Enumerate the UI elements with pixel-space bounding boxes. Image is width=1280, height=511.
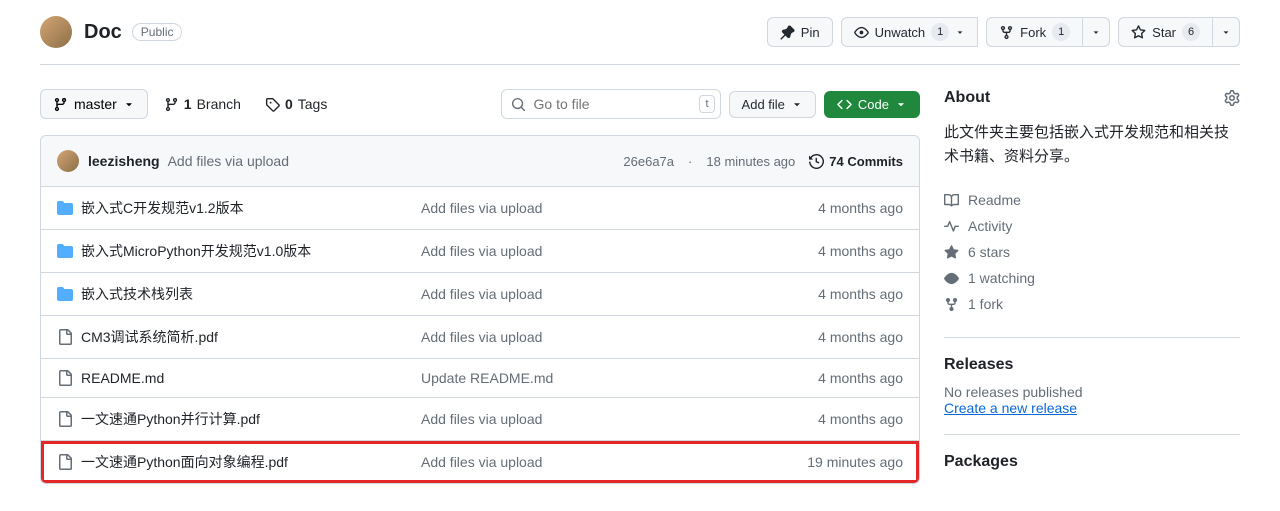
latest-commit-header: leezisheng Add files via upload 26e6a7a …	[41, 136, 919, 187]
commits-link[interactable]: 74 Commits	[809, 154, 903, 169]
folder-icon	[57, 243, 81, 259]
file-icon	[57, 329, 81, 345]
commit-author-avatar[interactable]	[57, 150, 79, 172]
star-button[interactable]: Star 6	[1118, 17, 1213, 47]
create-release-link[interactable]: Create a new release	[944, 400, 1240, 416]
code-button[interactable]: Code	[824, 91, 920, 118]
owner-avatar[interactable]	[40, 16, 72, 48]
folder-icon	[57, 286, 81, 302]
file-date: 19 minutes ago	[807, 454, 903, 470]
fork-count: 1	[1052, 23, 1070, 41]
file-commit-message[interactable]: Add files via upload	[421, 200, 818, 216]
file-search-input[interactable]	[501, 89, 721, 119]
file-list: leezisheng Add files via upload 26e6a7a …	[40, 135, 920, 484]
file-row: README.mdUpdate README.md4 months ago	[41, 359, 919, 398]
file-commit-message[interactable]: Add files via upload	[421, 286, 818, 302]
file-row: 一文速通Python面向对象编程.pdfAdd files via upload…	[41, 441, 919, 483]
history-icon	[809, 154, 824, 169]
file-name[interactable]: README.md	[81, 370, 421, 386]
file-commit-message[interactable]: Add files via upload	[421, 243, 818, 259]
file-date: 4 months ago	[818, 370, 903, 386]
file-date: 4 months ago	[818, 243, 903, 259]
gear-icon	[1224, 90, 1240, 106]
fork-menu-button[interactable]	[1083, 17, 1110, 47]
watch-button[interactable]: Unwatch 1	[841, 17, 979, 47]
caret-down-icon	[791, 98, 803, 110]
branches-link[interactable]: 1 Branch	[156, 96, 249, 112]
file-row: 嵌入式C开发规范v1.2版本Add files via upload4 mont…	[41, 187, 919, 230]
star-icon	[944, 245, 959, 260]
activity-link[interactable]: Activity	[944, 213, 1240, 239]
caret-down-icon	[1221, 27, 1231, 37]
caret-down-icon	[955, 27, 965, 37]
star-count: 6	[1182, 23, 1200, 41]
file-icon	[57, 411, 81, 427]
branch-icon	[53, 97, 68, 112]
branch-icon	[164, 97, 179, 112]
file-name[interactable]: 嵌入式MicroPython开发规范v1.0版本	[81, 241, 421, 261]
watch-count: 1	[931, 23, 949, 41]
file-row: 嵌入式技术栈列表Add files via upload4 months ago	[41, 273, 919, 316]
commit-author[interactable]: leezisheng	[88, 153, 160, 169]
commit-sha[interactable]: 26e6a7a	[623, 154, 674, 169]
file-name[interactable]: 嵌入式技术栈列表	[81, 284, 421, 304]
folder-icon	[57, 200, 81, 216]
caret-down-icon	[123, 98, 135, 110]
star-menu-button[interactable]	[1213, 17, 1240, 47]
star-icon	[1131, 25, 1146, 40]
file-row: 嵌入式MicroPython开发规范v1.0版本Add files via up…	[41, 230, 919, 273]
search-icon	[511, 97, 526, 112]
eye-icon	[944, 271, 959, 286]
eye-icon	[854, 25, 869, 40]
file-commit-message[interactable]: Add files via upload	[421, 411, 818, 427]
file-date: 4 months ago	[818, 286, 903, 302]
file-name[interactable]: 嵌入式C开发规范v1.2版本	[81, 198, 421, 218]
file-commit-message[interactable]: Add files via upload	[421, 329, 818, 345]
settings-button[interactable]	[1224, 90, 1240, 106]
file-name[interactable]: 一文速通Python面向对象编程.pdf	[81, 452, 421, 472]
fork-icon	[999, 25, 1014, 40]
releases-heading[interactable]: Releases	[944, 356, 1240, 374]
file-date: 4 months ago	[818, 329, 903, 345]
pin-button[interactable]: Pin	[767, 17, 833, 47]
file-name[interactable]: 一文速通Python并行计算.pdf	[81, 409, 421, 429]
file-row: CM3调试系统简析.pdfAdd files via upload4 month…	[41, 316, 919, 359]
tags-link[interactable]: 0 Tags	[257, 96, 335, 112]
add-file-button[interactable]: Add file	[729, 91, 816, 118]
code-icon	[837, 97, 852, 112]
watching-link[interactable]: 1 watching	[944, 265, 1240, 291]
file-date: 4 months ago	[818, 200, 903, 216]
fork-icon	[944, 297, 959, 312]
commit-message[interactable]: Add files via upload	[168, 153, 289, 169]
caret-down-icon	[1091, 27, 1101, 37]
branch-selector[interactable]: master	[40, 89, 148, 119]
search-kbd: t	[699, 95, 714, 113]
about-heading: About	[944, 89, 990, 107]
file-icon	[57, 370, 81, 386]
pulse-icon	[944, 219, 959, 234]
repo-name[interactable]: Doc	[84, 21, 122, 44]
repo-header: Doc Public Pin Unwatch 1 Fork 1	[40, 0, 1240, 65]
file-commit-message[interactable]: Add files via upload	[421, 454, 807, 470]
file-row: 一文速通Python并行计算.pdfAdd files via upload4 …	[41, 398, 919, 441]
readme-link[interactable]: Readme	[944, 187, 1240, 213]
forks-link[interactable]: 1 fork	[944, 291, 1240, 317]
fork-button[interactable]: Fork 1	[986, 17, 1083, 47]
packages-heading[interactable]: Packages	[944, 453, 1240, 471]
file-name[interactable]: CM3调试系统简析.pdf	[81, 327, 421, 347]
no-releases-text: No releases published	[944, 384, 1240, 400]
file-toolbar: master 1 Branch 0 Tags	[40, 89, 920, 119]
caret-down-icon	[895, 98, 907, 110]
file-date: 4 months ago	[818, 411, 903, 427]
visibility-badge: Public	[132, 23, 183, 41]
tag-icon	[265, 97, 280, 112]
pin-icon	[780, 25, 795, 40]
file-icon	[57, 454, 81, 470]
file-commit-message[interactable]: Update README.md	[421, 370, 818, 386]
stars-link[interactable]: 6 stars	[944, 239, 1240, 265]
book-icon	[944, 193, 959, 208]
about-description: 此文件夹主要包括嵌入式开发规范和相关技术书籍、资料分享。	[944, 121, 1240, 169]
commit-time: 18 minutes ago	[706, 154, 795, 169]
